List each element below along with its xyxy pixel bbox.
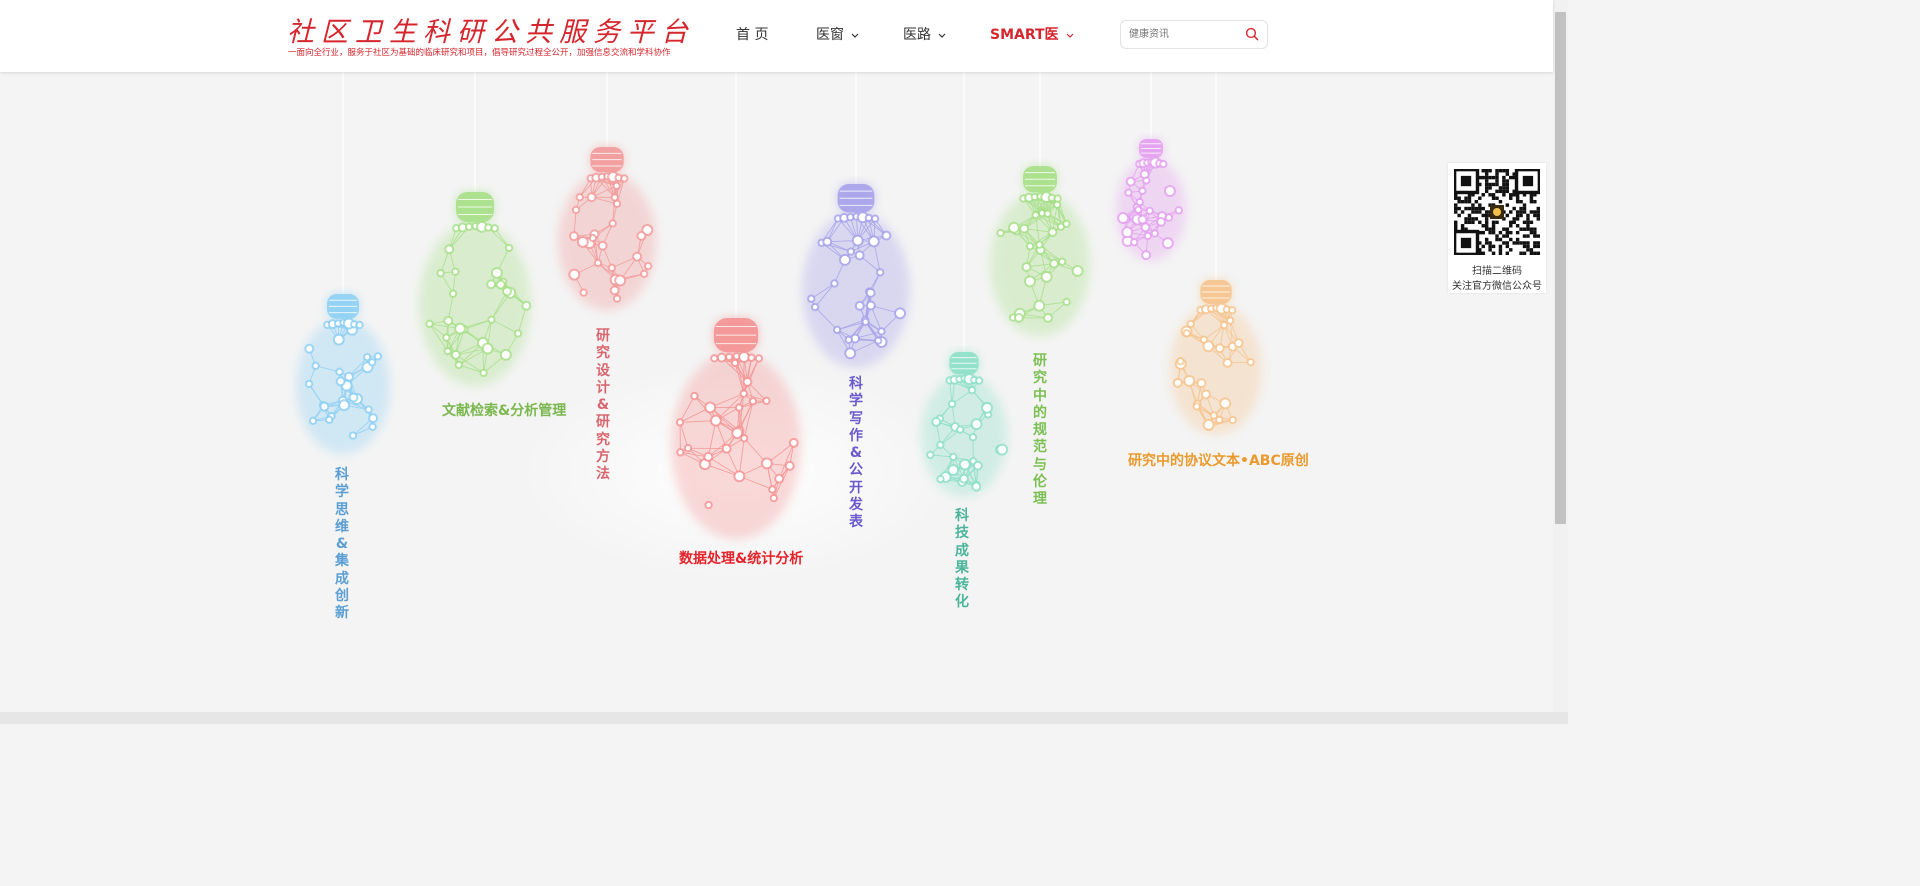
bulb-label-protocol-texts[interactable]: 研究中的协议文本•ABC原创: [1128, 450, 1309, 470]
bulb-label-research-ethics[interactable]: 研究中的规范与伦理: [1032, 353, 1048, 509]
bulb-label-data-analysis[interactable]: 数据处理&统计分析: [679, 548, 803, 568]
chevron-down-icon: [852, 33, 859, 38]
lightbulb-icon: [921, 352, 1009, 497]
bulb-illustrations: [296, 72, 1262, 582]
chevron-down-icon: [1067, 33, 1074, 38]
page-scrollbar[interactable]: [1553, 0, 1568, 712]
lightbulb-icon: [671, 318, 801, 540]
search-icon[interactable]: [1245, 27, 1259, 41]
nav-home-label: 首 页: [736, 27, 769, 43]
bulb-label-research-design[interactable]: 研究设计&研究方法: [595, 328, 611, 484]
nav-yichuang-label: 医窗: [816, 27, 844, 43]
nav-smart-label: SMART医: [990, 27, 1059, 43]
site-header: 社区卫生科研公共服务平台 一面向全行业，服务于社区为基础的临床研究和项目，倡导研…: [0, 0, 1553, 72]
lightbulb-icon: [296, 294, 390, 455]
site-logo-title[interactable]: 社区卫生科研公共服务平台: [287, 10, 688, 48]
qr-caption-follow: 关注官方微信公众号: [1452, 281, 1542, 292]
qr-code-icon[interactable]: [1454, 169, 1540, 255]
bulb-stage: 科学思维&集成创新 文献检索&分析管理 研究设计&研究方法 数据处理&统计分析 …: [0, 72, 1553, 712]
lightbulb-icon: [419, 192, 532, 387]
lightbulb-icon: [1170, 280, 1262, 436]
nav-home[interactable]: 首 页: [736, 24, 768, 44]
lightbulb-icon: [558, 147, 656, 311]
lightbulb-icon: [802, 184, 910, 368]
site-logo-subtitle: 一面向全行业，服务于社区为基础的临床研究和项目，倡导研究过程全公开，加强信息交流…: [288, 48, 671, 58]
qr-caption-scan: 扫描二维码: [1472, 266, 1522, 277]
lightbulb-icon: [1116, 139, 1186, 261]
bulb-label-scientific-thinking[interactable]: 科学思维&集成创新: [334, 467, 350, 623]
nav-yilu[interactable]: 医路: [903, 24, 946, 44]
nav-smart[interactable]: SMART医: [990, 24, 1074, 44]
bulb-label-tech-transfer[interactable]: 科技成果转化: [954, 508, 970, 612]
bulb-label-literature-search[interactable]: 文献检索&分析管理: [442, 400, 566, 420]
search-box: [1120, 20, 1268, 49]
bulb-label-scientific-writing[interactable]: 科学写作&公开发表: [848, 376, 864, 532]
nav-yilu-label: 医路: [903, 27, 931, 43]
chevron-down-icon: [939, 33, 946, 38]
lightbulb-icon: [990, 166, 1090, 337]
scrollbar-thumb[interactable]: [1555, 12, 1566, 524]
page-bottom-strip: [0, 712, 1568, 724]
wechat-qr-panel: 扫描二维码 关注官方微信公众号: [1448, 163, 1546, 293]
nav-yichuang[interactable]: 医窗: [816, 24, 859, 44]
search-input[interactable]: [1129, 25, 1239, 43]
